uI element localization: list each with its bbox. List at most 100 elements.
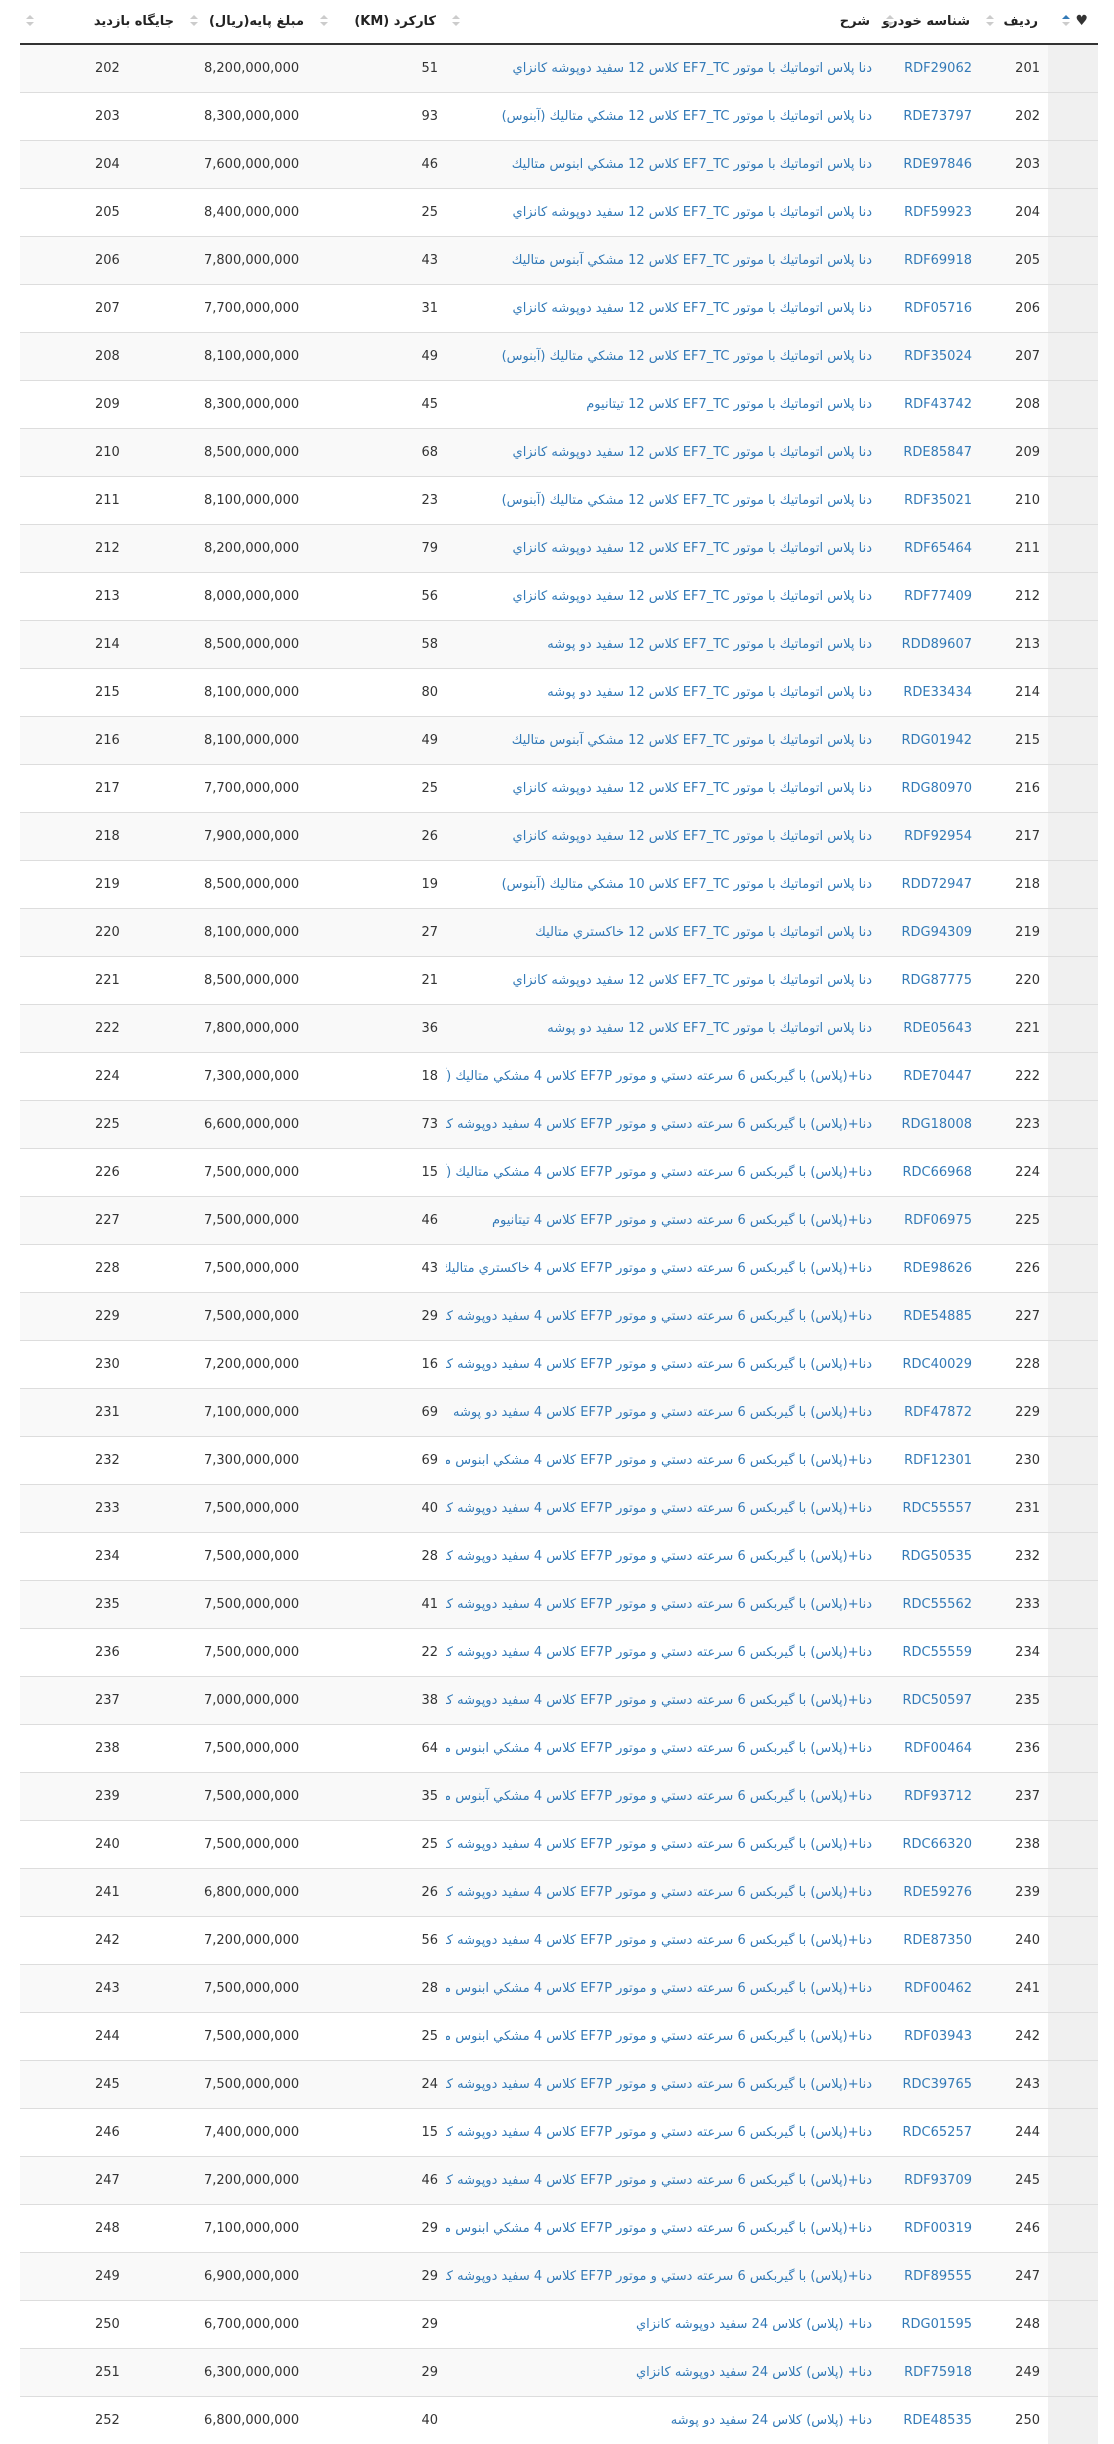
favorite-toggle-cell[interactable]	[1048, 1051, 1098, 1100]
car-description-link[interactable]: دنا+(پلاس) با گيربكس 6 سرعته دستي و موتو…	[446, 1453, 872, 1468]
favorite-toggle-cell[interactable]	[1048, 715, 1098, 764]
favorite-toggle-cell[interactable]	[1048, 379, 1098, 428]
favorite-toggle-cell[interactable]	[1048, 1291, 1098, 1340]
column-header-car-id[interactable]: شناسه خودرو	[880, 0, 980, 45]
favorite-toggle-cell[interactable]	[1048, 1099, 1098, 1148]
car-description-link[interactable]: دنا پلاس اتوماتيك با موتور EF7_TC كلاس 1…	[535, 925, 872, 940]
favorite-toggle-cell[interactable]	[1048, 1627, 1098, 1676]
car-id-link[interactable]: RDF47872	[904, 1405, 972, 1420]
favorite-toggle-cell[interactable]	[1048, 1243, 1098, 1292]
favorite-toggle-cell[interactable]	[1048, 91, 1098, 140]
car-id-link[interactable]: RDF00319	[904, 2221, 972, 2236]
car-id-link[interactable]: RDG94309	[902, 925, 972, 940]
car-description-link[interactable]: دنا پلاس اتوماتيك با موتور EF7_TC كلاس 1…	[513, 829, 872, 844]
car-id-link[interactable]: RDF65464	[904, 541, 972, 556]
car-description-link[interactable]: دنا+(پلاس) با گيربكس 6 سرعته دستي و موتو…	[446, 1117, 872, 1132]
favorite-toggle-cell[interactable]	[1048, 523, 1098, 572]
favorite-toggle-cell[interactable]	[1048, 331, 1098, 380]
car-description-link[interactable]: دنا+(پلاس) با گيربكس 6 سرعته دستي و موتو…	[446, 2077, 872, 2092]
favorite-toggle-cell[interactable]	[1048, 763, 1098, 812]
favorite-toggle-cell[interactable]	[1048, 1147, 1098, 1196]
car-description-link[interactable]: دنا+(پلاس) با گيربكس 6 سرعته دستي و موتو…	[446, 2125, 872, 2140]
car-id-link[interactable]: RDF35021	[904, 493, 972, 508]
favorite-toggle-cell[interactable]	[1048, 1915, 1098, 1964]
column-header-description[interactable]: شرح	[446, 0, 880, 45]
car-id-link[interactable]: RDE54885	[903, 1309, 972, 1324]
car-description-link[interactable]: دنا پلاس اتوماتيك با موتور EF7_TC كلاس 1…	[512, 253, 872, 268]
car-description-link[interactable]: دنا+(پلاس) با گيربكس 6 سرعته دستي و موتو…	[446, 1309, 872, 1324]
car-id-link[interactable]: RDC50597	[903, 1693, 972, 1708]
favorite-toggle-cell[interactable]	[1048, 283, 1098, 332]
car-id-link[interactable]: RDG50535	[902, 1549, 972, 1564]
favorite-toggle-cell[interactable]	[1048, 1003, 1098, 1052]
car-description-link[interactable]: دنا پلاس اتوماتيك با موتور EF7_TC كلاس 1…	[513, 541, 872, 556]
favorite-toggle-cell[interactable]	[1048, 2299, 1098, 2348]
car-id-link[interactable]: RDC55559	[903, 1645, 972, 1660]
favorite-toggle-cell[interactable]	[1048, 2203, 1098, 2252]
car-id-link[interactable]: RDE33434	[903, 685, 972, 700]
car-id-link[interactable]: RDG18008	[902, 1117, 972, 1132]
favorite-toggle-cell[interactable]	[1048, 475, 1098, 524]
favorite-column-header[interactable]: ♥	[1048, 0, 1098, 45]
car-description-link[interactable]: دنا+(پلاس) با گيربكس 6 سرعته دستي و موتو…	[446, 1789, 872, 1804]
car-description-link[interactable]: دنا پلاس اتوماتيك با موتور EF7_TC كلاس 1…	[547, 1021, 872, 1036]
car-id-link[interactable]: RDG87775	[902, 973, 972, 988]
car-id-link[interactable]: RDF05716	[904, 301, 972, 316]
favorite-toggle-cell[interactable]	[1048, 1723, 1098, 1772]
car-description-link[interactable]: دنا+(پلاس) با گيربكس 6 سرعته دستي و موتو…	[446, 1597, 872, 1612]
car-description-link[interactable]: دنا پلاس اتوماتيك با موتور EF7_TC كلاس 1…	[513, 61, 872, 76]
favorite-toggle-cell[interactable]	[1048, 811, 1098, 860]
car-id-link[interactable]: RDG01942	[902, 733, 972, 748]
car-id-link[interactable]: RDE59276	[903, 1885, 972, 1900]
column-header-base-price[interactable]: مبلغ پایه(ریال)	[184, 0, 314, 45]
car-id-link[interactable]: RDF12301	[904, 1453, 972, 1468]
car-description-link[interactable]: دنا پلاس اتوماتيك با موتور EF7_TC كلاس 1…	[512, 733, 872, 748]
car-id-link[interactable]: RDF35024	[904, 349, 972, 364]
car-description-link[interactable]: دنا پلاس اتوماتيك با موتور EF7_TC كلاس 1…	[586, 397, 872, 412]
favorite-toggle-cell[interactable]	[1048, 427, 1098, 476]
car-id-link[interactable]: RDD72947	[902, 877, 972, 892]
car-id-link[interactable]: RDF69918	[904, 253, 972, 268]
car-description-link[interactable]: دنا+(پلاس) با گيربكس 6 سرعته دستي و موتو…	[446, 1501, 872, 1516]
column-header-visit-place[interactable]: جایگاه بازدید	[20, 0, 184, 45]
car-id-link[interactable]: RDF93709	[904, 2173, 972, 2188]
favorite-toggle-cell[interactable]	[1048, 1867, 1098, 1916]
car-id-link[interactable]: RDF77409	[904, 589, 972, 604]
car-description-link[interactable]: دنا+(پلاس) با گيربكس 6 سرعته دستي و موتو…	[446, 1357, 872, 1372]
car-description-link[interactable]: دنا+(پلاس) با گيربكس 6 سرعته دستي و موتو…	[446, 1693, 872, 1708]
favorite-toggle-cell[interactable]	[1048, 1819, 1098, 1868]
column-header-mileage[interactable]: کارکرد (KM)	[314, 0, 446, 45]
favorite-toggle-cell[interactable]	[1048, 1531, 1098, 1580]
car-description-link[interactable]: دنا+(پلاس) با گيربكس 6 سرعته دستي و موتو…	[446, 1069, 872, 1084]
favorite-toggle-cell[interactable]	[1048, 139, 1098, 188]
car-id-link[interactable]: RDE97846	[903, 157, 972, 172]
car-id-link[interactable]: RDF59923	[904, 205, 972, 220]
car-id-link[interactable]: RDC55562	[903, 1597, 972, 1612]
car-description-link[interactable]: دنا پلاس اتوماتيك با موتور EF7_TC كلاس 1…	[502, 493, 872, 508]
car-id-link[interactable]: RDF00464	[904, 1741, 972, 1756]
car-id-link[interactable]: RDF29062	[904, 61, 972, 76]
car-description-link[interactable]: دنا پلاس اتوماتيك با موتور EF7_TC كلاس 1…	[513, 301, 872, 316]
car-id-link[interactable]: RDF43742	[904, 397, 972, 412]
car-id-link[interactable]: RDC65257	[903, 2125, 972, 2140]
car-description-link[interactable]: دنا+(پلاس) با گيربكس 6 سرعته دستي و موتو…	[446, 2173, 872, 2188]
car-id-link[interactable]: RDC55557	[903, 1501, 972, 1516]
favorite-toggle-cell[interactable]	[1048, 2011, 1098, 2060]
car-description-link[interactable]: دنا پلاس اتوماتيك با موتور EF7_TC كلاس 1…	[513, 205, 872, 220]
car-id-link[interactable]: RDF92954	[904, 829, 972, 844]
car-id-link[interactable]: RDC66968	[903, 1165, 972, 1180]
favorite-toggle-cell[interactable]	[1048, 859, 1098, 908]
car-description-link[interactable]: دنا+(پلاس) با گيربكس 6 سرعته دستي و موتو…	[446, 1549, 872, 1564]
favorite-toggle-cell[interactable]	[1048, 571, 1098, 620]
favorite-toggle-cell[interactable]	[1048, 1435, 1098, 1484]
favorite-toggle-cell[interactable]	[1048, 619, 1098, 668]
car-description-link[interactable]: دنا+ (پلاس) كلاس 24 سفيد دو پوشه	[671, 2413, 872, 2428]
car-description-link[interactable]: دنا+(پلاس) با گيربكس 6 سرعته دستي و موتو…	[446, 2029, 872, 2044]
car-id-link[interactable]: RDF03943	[904, 2029, 972, 2044]
car-id-link[interactable]: RDE85847	[903, 445, 972, 460]
sort-asc-icon[interactable]	[1062, 15, 1070, 27]
car-description-link[interactable]: دنا+(پلاس) با گيربكس 6 سرعته دستي و موتو…	[446, 2221, 872, 2236]
favorite-toggle-cell[interactable]	[1048, 1387, 1098, 1436]
car-id-link[interactable]: RDE70447	[903, 1069, 972, 1084]
car-id-link[interactable]: RDF93712	[904, 1789, 972, 1804]
